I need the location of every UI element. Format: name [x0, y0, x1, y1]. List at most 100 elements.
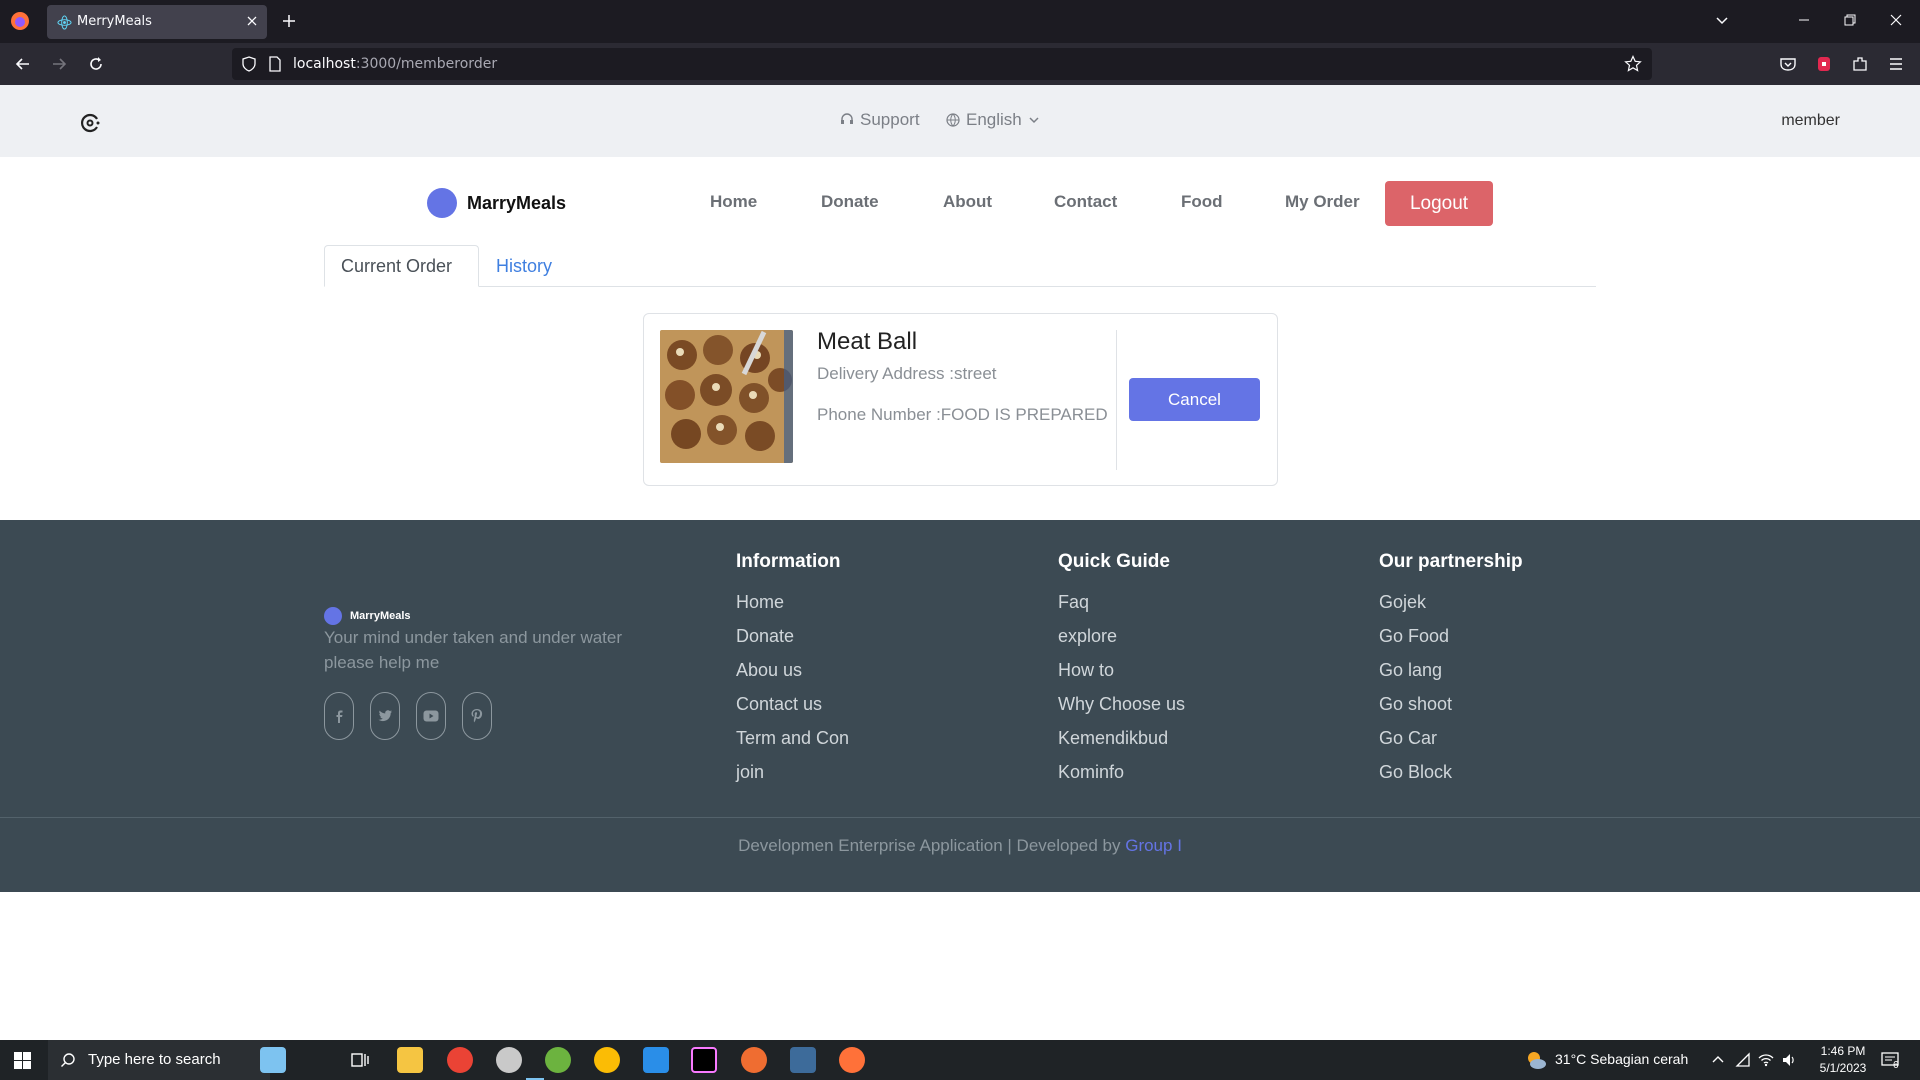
clock-time[interactable]: 1:46 PM [1813, 1044, 1873, 1058]
cancel-button[interactable]: Cancel [1129, 378, 1260, 421]
twitter-link[interactable] [370, 692, 400, 740]
chevron-up-icon[interactable] [1711, 1053, 1725, 1067]
nav-food[interactable]: Food [1181, 192, 1223, 212]
weather-icon[interactable] [1524, 1048, 1548, 1072]
minimize-icon[interactable] [1796, 12, 1812, 28]
windows-taskbar: Type here to search 31°C Sebagian cerah … [0, 1040, 1920, 1080]
footer-link[interactable]: Home [736, 591, 849, 625]
pinterest-link[interactable] [462, 692, 492, 740]
footer-column-partnership: Our partnership Gojek Go Food Go lang Go… [1379, 551, 1523, 795]
paint-icon[interactable] [496, 1047, 522, 1073]
nav-contact[interactable]: Contact [1054, 192, 1117, 212]
restore-icon[interactable] [1842, 12, 1858, 28]
footer-link[interactable]: Go Food [1379, 625, 1523, 659]
wifi-icon[interactable] [1758, 1052, 1774, 1068]
vscode-icon[interactable] [643, 1047, 669, 1073]
footer-link[interactable]: Go shoot [1379, 693, 1523, 727]
forward-icon[interactable] [50, 55, 68, 73]
tab-history[interactable]: History [480, 245, 568, 287]
file-explorer-icon[interactable] [397, 1047, 423, 1073]
footer-link[interactable]: Term and Con [736, 727, 849, 761]
headset-icon [841, 113, 853, 124]
footer-brand-name: MarryMeals [350, 610, 411, 622]
extensions-icon[interactable] [1851, 55, 1869, 73]
logout-button[interactable]: Logout [1385, 181, 1493, 226]
chrome-profile-icon[interactable] [594, 1047, 620, 1073]
search-highlight-icon[interactable] [260, 1047, 286, 1073]
spring-icon[interactable] [545, 1047, 571, 1073]
chrome-icon[interactable] [447, 1047, 473, 1073]
clock-date[interactable]: 5/1/2023 [1813, 1061, 1873, 1075]
footer-link[interactable]: explore [1058, 625, 1185, 659]
page-icon[interactable] [268, 56, 282, 72]
menu-icon[interactable] [1887, 55, 1905, 73]
volume-icon[interactable] [1781, 1052, 1797, 1068]
footer-brand[interactable]: MarryMeals [324, 607, 411, 625]
close-tab-icon[interactable] [245, 14, 259, 28]
search-icon [61, 1053, 75, 1067]
youtube-link[interactable] [416, 692, 446, 740]
search-placeholder: Type here to search [88, 1051, 221, 1068]
task-view-icon[interactable] [347, 1047, 373, 1073]
footer-link[interactable]: Kemendikbud [1058, 727, 1185, 761]
globe-icon [946, 113, 960, 127]
bookmark-star-icon[interactable] [1624, 55, 1642, 73]
tab-list-icon[interactable] [1714, 12, 1730, 28]
url-bar[interactable]: localhost:3000/memberorder [232, 48, 1652, 80]
nav-about[interactable]: About [943, 192, 992, 212]
language-select[interactable]: English [946, 110, 1040, 130]
extension-badge-icon[interactable] [1815, 55, 1833, 73]
footer-tagline: Your mind under taken and under water pl… [324, 628, 623, 672]
nav-donate[interactable]: Donate [821, 192, 879, 212]
firefox-icon[interactable] [10, 11, 30, 31]
network-icon[interactable] [1735, 1052, 1751, 1068]
footer-link[interactable]: Donate [736, 625, 849, 659]
footer-link[interactable]: Contact us [736, 693, 849, 727]
intellij-icon[interactable] [691, 1047, 717, 1073]
windows-start-icon[interactable] [14, 1052, 31, 1069]
back-icon[interactable] [14, 55, 32, 73]
pocket-icon[interactable] [1779, 55, 1797, 73]
footer-link[interactable]: Go Block [1379, 761, 1523, 795]
copyright-text: Developmen Enterprise Application | Deve… [738, 836, 1126, 855]
support-link[interactable]: Support [840, 110, 920, 130]
site-footer: MarryMeals Your mind under taken and und… [0, 520, 1920, 892]
footer-link[interactable]: Why Choose us [1058, 693, 1185, 727]
brand-name: MarryMeals [467, 192, 567, 213]
footer-link[interactable]: Kominfo [1058, 761, 1185, 795]
footer-heading: Information [736, 551, 841, 572]
postman-icon[interactable] [741, 1047, 767, 1073]
facebook-link[interactable] [324, 692, 354, 740]
footer-heading: Quick Guide [1058, 551, 1170, 572]
footer-link[interactable]: Go lang [1379, 659, 1523, 693]
nav-my-order[interactable]: My Order [1285, 192, 1360, 212]
firefox-taskbar-icon[interactable] [839, 1047, 865, 1073]
url-text[interactable]: localhost:3000/memberorder [293, 56, 497, 72]
new-tab-icon[interactable] [281, 13, 297, 29]
order-tabs: Current Order History [324, 245, 1596, 287]
food-name: Meat Ball [817, 328, 918, 355]
footer-link[interactable]: Gojek [1379, 591, 1523, 625]
footer-link[interactable]: Go Car [1379, 727, 1523, 761]
shield-icon[interactable] [241, 56, 257, 72]
close-window-icon[interactable] [1888, 12, 1904, 28]
footer-link[interactable]: How to [1058, 659, 1185, 693]
browser-navbar: localhost:3000/memberorder [0, 43, 1920, 85]
mysql-workbench-icon[interactable] [790, 1047, 816, 1073]
brand-logo[interactable]: MarryMeals [427, 188, 566, 218]
footer-divider [0, 817, 1920, 818]
footer-column-quick-guide: Quick Guide Faq explore How to Why Choos… [1058, 551, 1185, 795]
taskbar-search[interactable]: Type here to search [48, 1040, 270, 1080]
gear-logo-icon[interactable] [79, 112, 101, 134]
weather-text[interactable]: 31°C Sebagian cerah [1555, 1051, 1688, 1067]
footer-link[interactable]: Abou us [736, 659, 849, 693]
footer-link[interactable]: join [736, 761, 849, 795]
group-link[interactable]: Group I [1125, 836, 1182, 855]
footer-link[interactable]: Faq [1058, 591, 1185, 625]
reload-icon[interactable] [87, 55, 105, 73]
tab-current-order[interactable]: Current Order [324, 245, 479, 287]
support-label: Support [860, 110, 920, 129]
user-label[interactable]: member [1781, 112, 1840, 130]
browser-tab[interactable]: MerryMeals [47, 5, 267, 39]
nav-home[interactable]: Home [710, 192, 757, 212]
